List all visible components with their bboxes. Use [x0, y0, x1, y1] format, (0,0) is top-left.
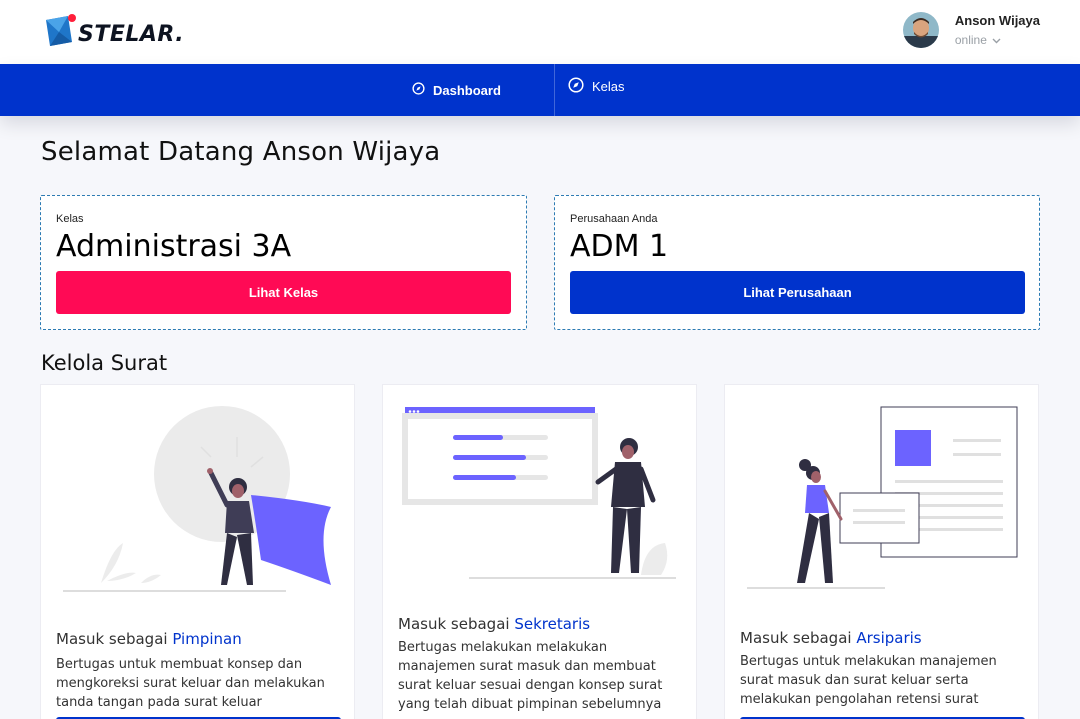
- user-status[interactable]: online: [955, 33, 1040, 47]
- user-name: Anson Wijaya: [954, 13, 1040, 28]
- archive-illustration: [747, 406, 1018, 589]
- nav-kelas-label: Kelas: [592, 78, 625, 94]
- class-card: Kelas Administrasi 3A Lihat Kelas: [40, 195, 527, 330]
- top-bar: STELAR. Anson Wijaya online: [0, 0, 1080, 64]
- role-card-arsiparis[interactable]: Masuk sebagai Arsiparis Bertugas untuk m…: [724, 384, 1039, 719]
- class-label: Kelas: [56, 213, 84, 225]
- role-title: Masuk sebagai Arsiparis: [740, 629, 922, 647]
- company-card: Perusahaan Anda ADM 1 Lihat Perusahaan: [554, 195, 1040, 330]
- role-card-pimpinan[interactable]: Masuk sebagai Pimpinan Bertugas untuk me…: [40, 384, 355, 719]
- role-name-sekretaris: Sekretaris: [514, 615, 591, 633]
- class-value: Administrasi 3A: [56, 229, 292, 264]
- compass-icon: [568, 76, 584, 96]
- user-menu[interactable]: Anson Wijaya online: [902, 12, 1040, 48]
- page-title: Selamat Datang Anson Wijaya: [41, 137, 441, 167]
- role-card-sekretaris[interactable]: Masuk sebagai Sekretaris Bertugas melaku…: [382, 384, 697, 719]
- view-class-button[interactable]: Lihat Kelas: [56, 271, 511, 314]
- avatar: [902, 12, 939, 48]
- nav-dashboard-label: Dashboard: [433, 82, 501, 98]
- role-name-pimpinan: Pimpinan: [172, 630, 242, 648]
- role-title: Masuk sebagai Pimpinan: [56, 630, 242, 648]
- view-company-button[interactable]: Lihat Perusahaan: [570, 271, 1025, 314]
- brand-name: STELAR.: [78, 21, 185, 47]
- nav-divider: [554, 64, 555, 116]
- role-description: Bertugas untuk membuat konsep dan mengko…: [56, 657, 325, 710]
- nav-dashboard[interactable]: Dashboard: [412, 64, 501, 116]
- company-label: Perusahaan Anda: [570, 213, 658, 225]
- main-nav: Dashboard Kelas: [0, 64, 1080, 116]
- role-description: Bertugas untuk melakukan manajemen surat…: [740, 654, 997, 707]
- brand-logo[interactable]: STELAR.: [42, 12, 184, 50]
- role-prefix: Masuk sebagai: [398, 615, 515, 633]
- chevron-down-icon: [992, 33, 1001, 47]
- role-prefix: Masuk sebagai: [740, 629, 857, 647]
- superhero-illustration: [63, 406, 331, 592]
- role-description: Bertugas melakukan melakukan manajemen s…: [398, 640, 663, 712]
- nav-kelas[interactable]: Kelas: [568, 60, 625, 112]
- company-value: ADM 1: [570, 229, 669, 264]
- compass-icon: [412, 82, 425, 98]
- role-title: Masuk sebagai Sekretaris: [398, 615, 590, 633]
- section-title: Kelola Surat: [41, 351, 168, 375]
- role-name-arsiparis: Arsiparis: [856, 629, 922, 647]
- envelope-logo-icon: [42, 12, 76, 50]
- role-prefix: Masuk sebagai: [56, 630, 173, 648]
- presentation-illustration: [402, 407, 676, 579]
- status-text: online: [954, 33, 987, 47]
